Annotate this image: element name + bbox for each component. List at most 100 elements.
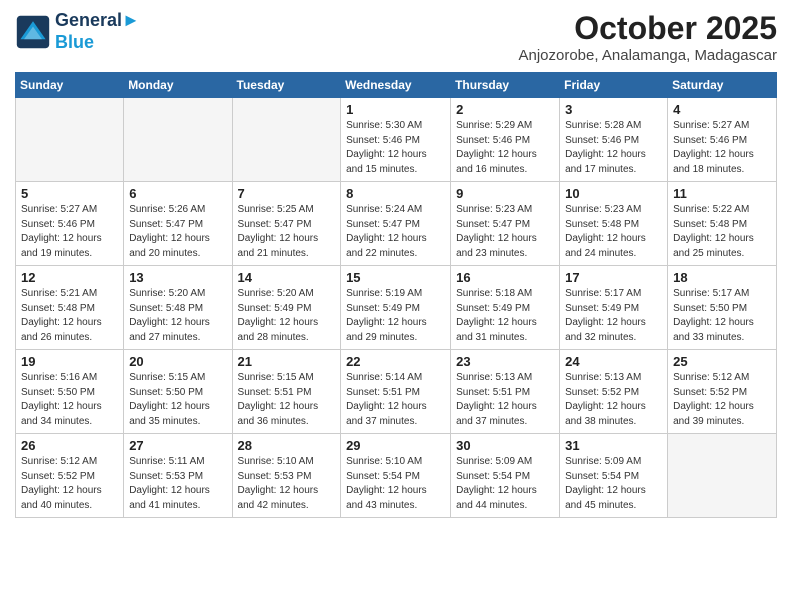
day-number: 6 — [129, 186, 226, 201]
week-row-2: 12Sunrise: 5:21 AMSunset: 5:48 PMDayligh… — [16, 266, 777, 350]
day-cell: 18 Sunrise: 5:17 AMSunset: 5:50 PMDayligh… — [668, 266, 777, 350]
day-cell: 3Sunrise: 5:28 AMSunset: 5:46 PMDaylight… — [560, 98, 668, 182]
day-cell: 12Sunrise: 5:21 AMSunset: 5:48 PMDayligh… — [16, 266, 124, 350]
header-sunday: Sunday — [16, 73, 124, 98]
day-info: Sunrise: 5:22 AMSunset: 5:48 PMDaylight:… — [673, 203, 771, 261]
day-cell: 28 Sunrise: 5:10 AMSunset: 5:53 PMDayligh… — [232, 434, 341, 518]
calendar-subtitle: Anjozorobe, Analamanga, Madagascar — [518, 47, 777, 64]
day-cell: 25Sunrise: 5:12 AMSunset: 5:52 PMDayligh… — [668, 350, 777, 434]
header-wednesday: Wednesday — [341, 73, 451, 98]
day-info: Sunrise: 5:09 AMSunset: 5:54 PMDaylight:… — [565, 455, 662, 513]
day-number: 22 — [346, 354, 445, 369]
day-info: Sunrise: 5:27 AMSunset: 5:46 PMDaylight:… — [21, 203, 118, 261]
day-info: Sunrise: 5:24 AMSunset: 5:47 PMDaylight:… — [346, 203, 445, 261]
header-thursday: Thursday — [451, 73, 560, 98]
day-number: 7 — [238, 186, 336, 201]
logo-text: General► Blue — [55, 10, 140, 53]
day-info: Sunrise: 5:27 AMSunset: 5:46 PMDaylight:… — [673, 119, 771, 177]
calendar-title: October 2025 — [518, 10, 777, 47]
day-info: Sunrise: 5:10 AMSunset: 5:53 PMDaylight:… — [238, 455, 336, 513]
logo: General► Blue — [15, 10, 140, 53]
day-number: 23 — [456, 354, 554, 369]
header-tuesday: Tuesday — [232, 73, 341, 98]
day-cell: 14 Sunrise: 5:20 AMSunset: 5:49 PMDayligh… — [232, 266, 341, 350]
day-number: 14 — [238, 270, 336, 285]
day-cell: 26 Sunrise: 5:12 AMSunset: 5:52 PMDayligh… — [16, 434, 124, 518]
day-number: 13 — [129, 270, 226, 285]
day-info: Sunrise: 5:20 AMSunset: 5:49 PMDaylight:… — [238, 287, 336, 345]
day-cell: 2Sunrise: 5:29 AMSunset: 5:46 PMDaylight… — [451, 98, 560, 182]
day-number: 28 — [238, 438, 336, 453]
calendar-table: Sunday Monday Tuesday Wednesday Thursday… — [15, 72, 777, 518]
day-number: 17 — [565, 270, 662, 285]
day-info: Sunrise: 5:17 AMSunset: 5:49 PMDaylight:… — [565, 287, 662, 345]
day-info: Sunrise: 5:11 AMSunset: 5:53 PMDaylight:… — [129, 455, 226, 513]
week-row-3: 19Sunrise: 5:16 AMSunset: 5:50 PMDayligh… — [16, 350, 777, 434]
day-cell: 21Sunrise: 5:15 AMSunset: 5:51 PMDayligh… — [232, 350, 341, 434]
day-cell: 11 Sunrise: 5:22 AMSunset: 5:48 PMDayligh… — [668, 182, 777, 266]
day-info: Sunrise: 5:19 AMSunset: 5:49 PMDaylight:… — [346, 287, 445, 345]
day-cell: 17 Sunrise: 5:17 AMSunset: 5:49 PMDayligh… — [560, 266, 668, 350]
day-info: Sunrise: 5:13 AMSunset: 5:52 PMDaylight:… — [565, 371, 662, 429]
day-number: 30 — [456, 438, 554, 453]
week-row-1: 5 Sunrise: 5:27 AMSunset: 5:46 PMDaylight… — [16, 182, 777, 266]
day-cell: 19Sunrise: 5:16 AMSunset: 5:50 PMDayligh… — [16, 350, 124, 434]
day-info: Sunrise: 5:17 AMSunset: 5:50 PMDaylight:… — [673, 287, 771, 345]
day-info: Sunrise: 5:28 AMSunset: 5:46 PMDaylight:… — [565, 119, 662, 177]
day-cell — [668, 434, 777, 518]
day-number: 25 — [673, 354, 771, 369]
day-number: 11 — [673, 186, 771, 201]
day-cell: 4 Sunrise: 5:27 AMSunset: 5:46 PMDaylight… — [668, 98, 777, 182]
day-info: Sunrise: 5:12 AMSunset: 5:52 PMDaylight:… — [21, 455, 118, 513]
day-info: Sunrise: 5:13 AMSunset: 5:51 PMDaylight:… — [456, 371, 554, 429]
day-cell: 24 Sunrise: 5:13 AMSunset: 5:52 PMDayligh… — [560, 350, 668, 434]
header-friday: Friday — [560, 73, 668, 98]
day-info: Sunrise: 5:26 AMSunset: 5:47 PMDaylight:… — [129, 203, 226, 261]
title-block: October 2025 Anjozorobe, Analamanga, Mad… — [518, 10, 777, 64]
day-info: Sunrise: 5:30 AMSunset: 5:46 PMDaylight:… — [346, 119, 445, 177]
day-cell: 7 Sunrise: 5:25 AMSunset: 5:47 PMDaylight… — [232, 182, 341, 266]
day-number: 18 — [673, 270, 771, 285]
day-info: Sunrise: 5:25 AMSunset: 5:47 PMDaylight:… — [238, 203, 336, 261]
day-cell — [16, 98, 124, 182]
day-info: Sunrise: 5:09 AMSunset: 5:54 PMDaylight:… — [456, 455, 554, 513]
day-number: 31 — [565, 438, 662, 453]
day-number: 2 — [456, 102, 554, 117]
day-number: 24 — [565, 354, 662, 369]
day-cell: 10Sunrise: 5:23 AMSunset: 5:48 PMDayligh… — [560, 182, 668, 266]
day-info: Sunrise: 5:15 AMSunset: 5:50 PMDaylight:… — [129, 371, 226, 429]
weekday-header-row: Sunday Monday Tuesday Wednesday Thursday… — [16, 73, 777, 98]
day-cell: 20 Sunrise: 5:15 AMSunset: 5:50 PMDayligh… — [124, 350, 232, 434]
day-number: 5 — [21, 186, 118, 201]
day-number: 4 — [673, 102, 771, 117]
page: General► Blue October 2025 Anjozorobe, A… — [0, 0, 792, 528]
day-number: 8 — [346, 186, 445, 201]
day-number: 15 — [346, 270, 445, 285]
day-number: 16 — [456, 270, 554, 285]
day-info: Sunrise: 5:20 AMSunset: 5:48 PMDaylight:… — [129, 287, 226, 345]
day-cell: 27 Sunrise: 5:11 AMSunset: 5:53 PMDayligh… — [124, 434, 232, 518]
header: General► Blue October 2025 Anjozorobe, A… — [15, 10, 777, 64]
day-number: 20 — [129, 354, 226, 369]
day-info: Sunrise: 5:15 AMSunset: 5:51 PMDaylight:… — [238, 371, 336, 429]
week-row-4: 26 Sunrise: 5:12 AMSunset: 5:52 PMDayligh… — [16, 434, 777, 518]
day-number: 26 — [21, 438, 118, 453]
day-cell: 5 Sunrise: 5:27 AMSunset: 5:46 PMDaylight… — [16, 182, 124, 266]
day-cell: 8 Sunrise: 5:24 AMSunset: 5:47 PMDaylight… — [341, 182, 451, 266]
day-info: Sunrise: 5:23 AMSunset: 5:47 PMDaylight:… — [456, 203, 554, 261]
day-info: Sunrise: 5:23 AMSunset: 5:48 PMDaylight:… — [565, 203, 662, 261]
day-cell: 13 Sunrise: 5:20 AMSunset: 5:48 PMDayligh… — [124, 266, 232, 350]
week-row-0: 1 Sunrise: 5:30 AMSunset: 5:46 PMDaylight… — [16, 98, 777, 182]
day-cell: 9 Sunrise: 5:23 AMSunset: 5:47 PMDaylight… — [451, 182, 560, 266]
day-number: 9 — [456, 186, 554, 201]
day-cell: 23 Sunrise: 5:13 AMSunset: 5:51 PMDayligh… — [451, 350, 560, 434]
logo-icon — [15, 14, 51, 50]
day-info: Sunrise: 5:10 AMSunset: 5:54 PMDaylight:… — [346, 455, 445, 513]
day-number: 27 — [129, 438, 226, 453]
day-cell: 22Sunrise: 5:14 AMSunset: 5:51 PMDayligh… — [341, 350, 451, 434]
day-number: 1 — [346, 102, 445, 117]
day-cell — [124, 98, 232, 182]
day-number: 29 — [346, 438, 445, 453]
day-cell: 30 Sunrise: 5:09 AMSunset: 5:54 PMDayligh… — [451, 434, 560, 518]
day-info: Sunrise: 5:21 AMSunset: 5:48 PMDaylight:… — [21, 287, 118, 345]
